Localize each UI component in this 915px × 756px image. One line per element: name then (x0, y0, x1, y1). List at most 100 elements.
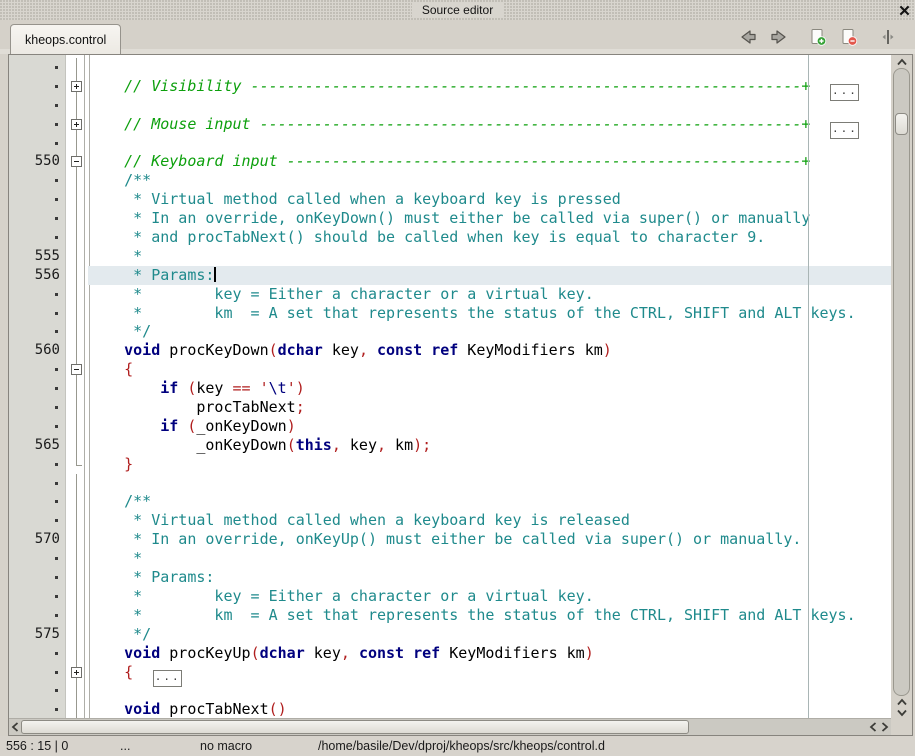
code-text[interactable]: * km = A set that represents the status … (88, 606, 891, 625)
code-text[interactable]: if (_onKeyDown) (88, 417, 891, 436)
code-line[interactable]: // Mouse input -------------------------… (9, 115, 891, 134)
code-line[interactable]: {... (9, 663, 891, 682)
code-text[interactable]: void procTabNext() (88, 700, 891, 718)
code-text[interactable]: * key = Either a character or a virtual … (88, 587, 891, 606)
code-text[interactable] (88, 681, 891, 700)
code-line[interactable]: if (_onKeyDown) (9, 417, 891, 436)
code-line[interactable]: * (9, 549, 891, 568)
close-button[interactable] (898, 4, 911, 17)
scroll-left-button[interactable] (9, 719, 21, 735)
code-line[interactable]: */ (9, 322, 891, 341)
code-line[interactable]: * Virtual method called when a keyboard … (9, 511, 891, 530)
code-line[interactable]: * km = A set that represents the status … (9, 606, 891, 625)
new-document-button[interactable] (807, 27, 829, 47)
code-text[interactable]: _onKeyDown(this, key, km); (88, 436, 891, 455)
vertical-scrollbar[interactable] (891, 55, 912, 718)
code-line[interactable]: * and procTabNext() should be called whe… (9, 228, 891, 247)
code-line[interactable]: 556 * Params: (9, 266, 891, 285)
code-text[interactable]: * Virtual method called when a keyboard … (88, 190, 891, 209)
scroll-down-button[interactable] (891, 707, 912, 718)
code-text[interactable]: if (key == '\t') (88, 379, 891, 398)
scroll-up-button-2[interactable] (891, 696, 912, 707)
code-line[interactable]: { (9, 360, 891, 379)
code-text[interactable]: * In an override, onKeyDown() must eithe… (88, 209, 891, 228)
code-text[interactable]: /** (88, 171, 891, 190)
close-document-button[interactable] (838, 27, 860, 47)
code-text[interactable]: } (88, 455, 891, 474)
code-line[interactable]: void procTabNext() (9, 700, 891, 718)
code-line[interactable]: void procKeyUp(dchar key, const ref KeyM… (9, 644, 891, 663)
next-document-button[interactable] (768, 27, 790, 47)
code-text[interactable] (88, 96, 891, 115)
fold-toggle[interactable] (66, 77, 88, 96)
vertical-scroll-thumb[interactable] (895, 113, 908, 135)
code-line[interactable]: 570 * In an override, onKeyUp() must eit… (9, 530, 891, 549)
code-text[interactable]: * Params: (88, 568, 891, 587)
fold-cell (66, 474, 88, 493)
code-text[interactable]: * Virtual method called when a keyboard … (88, 511, 891, 530)
fold-toggle[interactable] (66, 152, 88, 171)
code-line[interactable]: 550 // Keyboard input ------------------… (9, 152, 891, 171)
vertical-scroll-track[interactable] (893, 68, 910, 696)
split-view-button[interactable] (877, 27, 899, 47)
horizontal-scroll-track[interactable] (21, 720, 867, 734)
code-token: , (332, 436, 341, 454)
code-line[interactable] (9, 134, 891, 153)
code-line[interactable]: /** (9, 171, 891, 190)
scroll-left-button-2[interactable] (867, 719, 879, 735)
code-text[interactable]: // Visibility --------------------------… (88, 77, 891, 96)
code-text[interactable]: * key = Either a character or a virtual … (88, 285, 891, 304)
previous-document-button[interactable] (737, 27, 759, 47)
code-text[interactable]: // Mouse input -------------------------… (88, 115, 891, 134)
code-text[interactable]: procTabNext; (88, 398, 891, 417)
code-text[interactable]: /** (88, 492, 891, 511)
code-line[interactable] (9, 96, 891, 115)
code-line[interactable]: 560 void procKeyDown(dchar key, const re… (9, 341, 891, 360)
code-text[interactable]: void procKeyDown(dchar key, const ref Ke… (88, 341, 891, 360)
code-line[interactable]: * key = Either a character or a virtual … (9, 285, 891, 304)
code-text[interactable]: void procKeyUp(dchar key, const ref KeyM… (88, 644, 891, 663)
code-token: { (124, 663, 133, 681)
code-line[interactable] (9, 474, 891, 493)
code-text[interactable] (88, 58, 891, 77)
code-line[interactable]: 575 */ (9, 625, 891, 644)
code-text[interactable]: * Params: (88, 266, 891, 285)
code-line[interactable] (9, 58, 891, 77)
fold-toggle[interactable] (66, 663, 88, 682)
code-line[interactable]: * Params: (9, 568, 891, 587)
code-text[interactable]: * (88, 549, 891, 568)
fold-toggle[interactable] (66, 115, 88, 134)
code-text[interactable]: */ (88, 625, 891, 644)
code-line[interactable]: // Visibility --------------------------… (9, 77, 891, 96)
code-text[interactable] (88, 474, 891, 493)
code-line[interactable]: * key = Either a character or a virtual … (9, 587, 891, 606)
code-line[interactable]: 565 _onKeyDown(this, key, km); (9, 436, 891, 455)
horizontal-scroll-thumb[interactable] (21, 720, 689, 734)
code-line[interactable]: 555 * (9, 247, 891, 266)
code-line[interactable] (9, 681, 891, 700)
code-text[interactable]: * km = A set that represents the status … (88, 304, 891, 323)
code-line[interactable]: procTabNext; (9, 398, 891, 417)
code-text[interactable]: * and procTabNext() should be called whe… (88, 228, 891, 247)
scroll-up-button[interactable] (891, 55, 912, 68)
line-dot (9, 171, 66, 190)
code-line[interactable]: * km = A set that represents the status … (9, 304, 891, 323)
code-text[interactable]: // Keyboard input ----------------------… (88, 152, 891, 171)
title-bar[interactable]: Source editor (0, 0, 915, 20)
code-line[interactable]: /** (9, 492, 891, 511)
code-line[interactable]: } (9, 455, 891, 474)
code-text[interactable]: */ (88, 322, 891, 341)
code-line[interactable]: * Virtual method called when a keyboard … (9, 190, 891, 209)
code-line[interactable]: * In an override, onKeyDown() must eithe… (9, 209, 891, 228)
code-text[interactable]: * In an override, onKeyUp() must either … (88, 530, 891, 549)
code-line[interactable]: if (key == '\t') (9, 379, 891, 398)
tab-kheops-control[interactable]: kheops.control (10, 24, 121, 54)
macro-status: no macro (200, 736, 252, 756)
horizontal-scrollbar[interactable] (9, 718, 891, 735)
fold-toggle[interactable] (66, 360, 88, 379)
code-text[interactable]: { (88, 360, 891, 379)
scroll-right-button[interactable] (879, 719, 891, 735)
code-text[interactable]: {... (88, 663, 891, 682)
code-text[interactable] (88, 134, 891, 153)
code-text[interactable]: * (88, 247, 891, 266)
